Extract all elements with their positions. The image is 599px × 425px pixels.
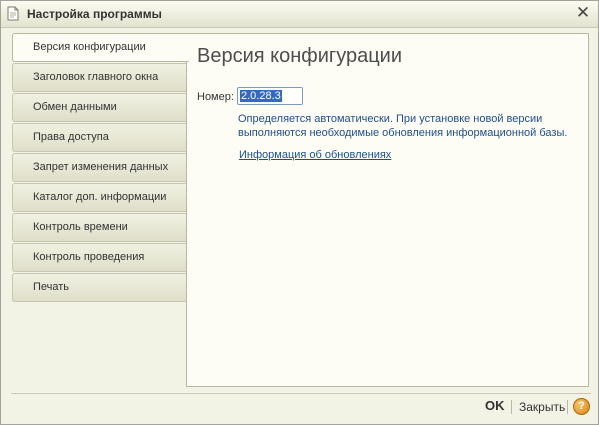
page-title: Версия конфигурации [197,45,403,67]
tab-label: Версия конфигурации [33,41,146,53]
tab-main-window-title[interactable]: Заголовок главного окна [12,63,187,92]
help-icon[interactable]: ? [573,398,590,415]
dialog-footer: OK Закрыть ? [11,393,591,420]
tab-label: Заголовок главного окна [33,71,159,83]
close-icon[interactable]: ✕ [574,4,592,22]
separator [567,400,568,414]
document-icon [7,6,19,21]
ok-button[interactable]: OK [485,398,505,413]
tab-data-exchange[interactable]: Обмен данными [12,93,187,122]
version-number-field[interactable]: 2.0.28.3 [237,87,303,105]
number-label: Номер: [197,91,234,103]
version-info-text: Определяется автоматически. При установк… [238,113,568,139]
tab-label: Контроль времени [33,221,128,233]
tab-label: Запрет изменения данных [33,161,169,173]
tab-label: Обмен данными [33,101,117,113]
tab-label: Контроль проведения [33,251,145,263]
tab-access-rights[interactable]: Права доступа [12,123,187,152]
tab-print[interactable]: Печать [12,273,187,302]
tab-label: Каталог доп. информации [33,191,167,203]
tab-data-change-lock[interactable]: Запрет изменения данных [12,153,187,182]
tab-extra-info-catalog[interactable]: Каталог доп. информации [12,183,187,212]
title-bar: Настройка программы ✕ [1,1,598,28]
tab-config-version[interactable]: Версия конфигурации [12,33,189,62]
settings-tabs: Версия конфигурации Заголовок главного о… [12,33,189,303]
tab-posting-control[interactable]: Контроль проведения [12,243,187,272]
tab-content-panel: Версия конфигурации Номер: 2.0.28.3 Опре… [186,33,589,387]
window-title: Настройка программы [27,7,162,21]
close-button[interactable]: Закрыть [519,400,565,414]
tab-label: Печать [33,281,70,293]
updates-info-link[interactable]: Информация об обновлениях [239,149,391,161]
tab-label: Права доступа [33,131,109,143]
separator [511,400,512,414]
version-number-value: 2.0.28.3 [240,90,282,102]
settings-window: Настройка программы ✕ Версия конфигураци… [0,0,599,425]
tab-time-control[interactable]: Контроль времени [12,213,187,242]
